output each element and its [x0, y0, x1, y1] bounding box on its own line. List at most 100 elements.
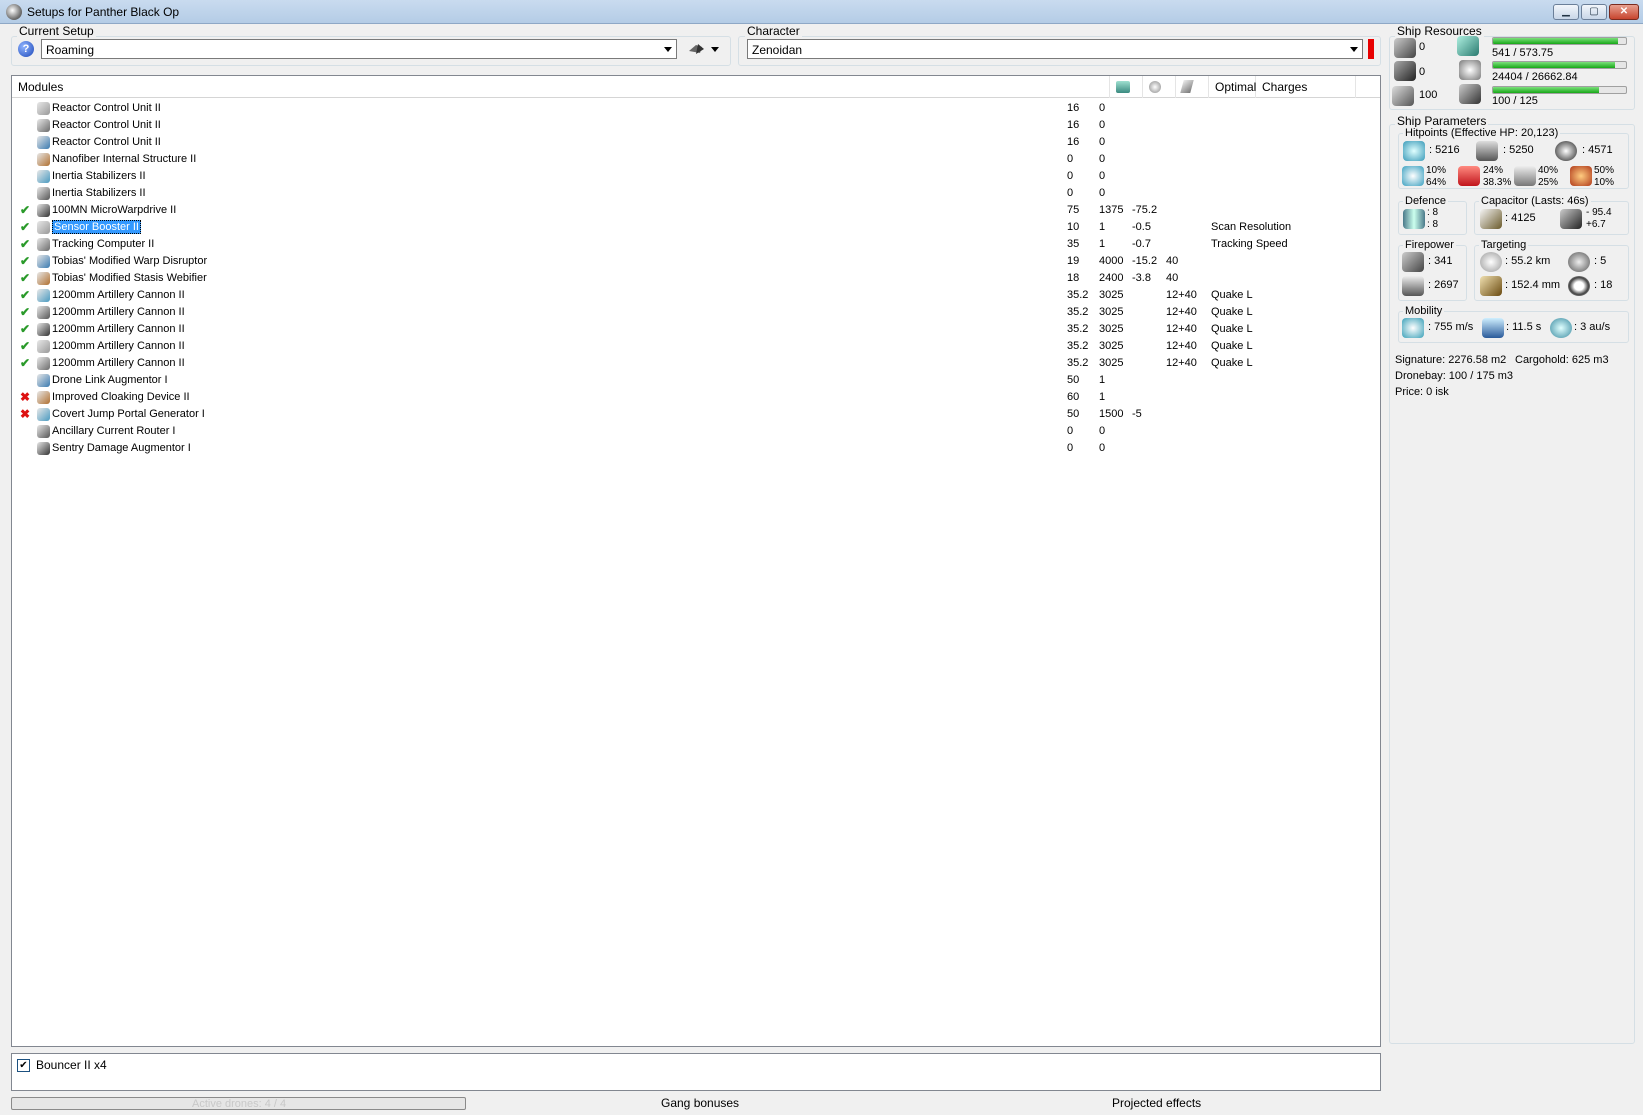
module-row[interactable]: Reactor Control Unit II 16 0 [12, 117, 1380, 134]
column-cpu[interactable] [1110, 76, 1143, 98]
module-row[interactable]: ✔ Tobias' Modified Warp Disruptor 19 4000 -1… [12, 253, 1380, 270]
module-optimal-text: 40 [1166, 272, 1179, 284]
module-powergrid: 0 [1099, 151, 1105, 168]
module-row[interactable]: ✔ 1200mm Artillery Cannon II 35.2 3025 12+40… [12, 355, 1380, 372]
offline-x-icon[interactable]: ✖ [20, 389, 30, 406]
module-row[interactable]: Sentry Damage Augmentor I 0 0 [12, 440, 1380, 457]
module-name-text: Inertia Stabilizers II [52, 187, 146, 199]
column-modules[interactable]: Modules [12, 76, 1110, 98]
column-charges[interactable]: Charges [1256, 76, 1356, 98]
minimize-button[interactable]: ▁ [1553, 4, 1579, 20]
module-name: Tobias' Modified Warp Disruptor [52, 253, 207, 270]
column-capacitor[interactable] [1176, 76, 1209, 98]
warp-speed: : 3 au/s [1574, 321, 1611, 333]
module-row[interactable]: Reactor Control Unit II 16 0 [12, 134, 1380, 151]
module-optimal: 40 [1166, 270, 1178, 287]
module-name: Reactor Control Unit II [52, 100, 161, 117]
active-check-icon[interactable]: ✔ [20, 355, 30, 372]
setup-label: Current Setup [17, 24, 96, 38]
module-capacitor-text: -3.8 [1132, 272, 1151, 284]
module-row[interactable]: ✖ Covert Jump Portal Generator I 50 1500 -5 [12, 406, 1380, 423]
setup-menu-button[interactable] [688, 41, 720, 57]
module-cpu: 35.2 [1067, 355, 1088, 372]
module-row[interactable]: ✔ Tobias' Modified Stasis Webifier 18 2400-… [12, 270, 1380, 287]
active-check-icon[interactable]: ✔ [20, 219, 30, 236]
drone-checkbox[interactable]: ✔ [17, 1059, 30, 1072]
active-check-icon[interactable]: ✔ [20, 304, 30, 321]
column-powergrid[interactable] [1143, 76, 1176, 98]
module-powergrid-text: 1 [1099, 391, 1106, 403]
module-name-text: Reactor Control Unit II [52, 136, 161, 148]
module-row[interactable]: Reactor Control Unit II 16 0 [12, 100, 1380, 117]
drone-item[interactable]: Bouncer II x4 [36, 1058, 107, 1072]
module-capacitor-text: -15.2 [1132, 255, 1158, 267]
active-drones-bar: Active drones: 4 / 4 [11, 1097, 466, 1110]
module-capacitor-text: -5 [1132, 408, 1142, 420]
module-name-text: Tobias' Modified Warp Disruptor [52, 255, 208, 267]
active-check-icon[interactable]: ✔ [20, 287, 30, 304]
drones-list[interactable]: ✔ Bouncer II x4 [11, 1053, 1381, 1091]
module-powergrid: 4000 [1099, 253, 1123, 270]
module-cpu: 18 [1067, 270, 1079, 287]
module-cpu-text: 0 [1067, 442, 1074, 454]
module-icon [37, 289, 50, 302]
module-row[interactable]: ✔ 1200mm Artillery Cannon II 35.2 3025 12+40… [12, 338, 1380, 355]
module-cpu-text: 0 [1067, 153, 1074, 165]
module-name-text: Inertia Stabilizers II [52, 170, 146, 182]
maximize-button[interactable]: ▢ [1581, 4, 1607, 20]
module-name-text: Reactor Control Unit II [52, 102, 161, 114]
module-icon [37, 442, 50, 455]
module-row[interactable]: ✖ Improved Cloaking Device II 60 1 [12, 389, 1380, 406]
active-check-icon[interactable]: ✔ [20, 338, 30, 355]
capacitor-icon [1480, 209, 1502, 229]
shield-icon [1403, 141, 1425, 161]
kinetic-resist-shield: 40% [1538, 165, 1559, 176]
help-icon[interactable]: ? [18, 41, 34, 57]
module-row[interactable]: ✔ Sensor Booster II 10 1 -0.5 Scan Resolution [12, 219, 1380, 236]
module-charges: Quake L [1211, 287, 1253, 304]
projected-effects-tab[interactable]: Projected effects [1112, 1096, 1201, 1110]
capacitor-recharge: +6.7 [1586, 219, 1606, 230]
module-row[interactable]: ✔ 1200mm Artillery Cannon II 35.2 3025 12+40… [12, 321, 1380, 338]
module-icon [37, 391, 50, 404]
modules-list[interactable]: Modules Optimal Charges Reactor Control … [11, 75, 1381, 1047]
gang-bonuses-tab[interactable]: Gang bonuses [661, 1096, 739, 1110]
module-row[interactable]: Drone Link Augmentor I 50 1 [12, 372, 1380, 389]
module-powergrid: 0 [1099, 423, 1105, 440]
column-optimal[interactable]: Optimal [1209, 76, 1256, 98]
module-name-text: 1200mm Artillery Cannon II [52, 357, 185, 369]
dronebay: Dronebay: 100 / 175 m3 [1395, 370, 1514, 382]
module-powergrid: 0 [1099, 100, 1105, 117]
module-cpu: 19 [1067, 253, 1079, 270]
drone-bandwidth-icon [1459, 84, 1481, 104]
module-row[interactable]: Inertia Stabilizers II 0 0 [12, 185, 1380, 202]
chevron-down-icon [664, 47, 672, 52]
module-row[interactable]: Ancillary Current Router I 0 0 [12, 423, 1380, 440]
module-cpu: 50 [1067, 372, 1079, 389]
signature-radius: Signature: 2276.58 m2 [1395, 354, 1507, 366]
module-name-text: Sensor Booster II [52, 220, 141, 234]
module-cpu: 35 [1067, 236, 1079, 253]
module-row[interactable]: ✔ 100MN MicroWarpdrive II 75 1375 -75.2 [12, 202, 1380, 219]
character-dropdown[interactable]: Zenoidan [747, 39, 1363, 59]
active-check-icon[interactable]: ✔ [20, 236, 30, 253]
module-row[interactable]: ✔ 1200mm Artillery Cannon II 35.2 3025 12+40… [12, 304, 1380, 321]
active-check-icon[interactable]: ✔ [20, 202, 30, 219]
setup-dropdown[interactable]: Roaming [41, 39, 677, 59]
active-check-icon[interactable]: ✔ [20, 253, 30, 270]
module-cpu-text: 16 [1067, 102, 1080, 114]
module-row[interactable]: Nanofiber Internal Structure II 0 0 [12, 151, 1380, 168]
active-check-icon[interactable]: ✔ [20, 321, 30, 338]
module-row[interactable]: ✔ 1200mm Artillery Cannon II 35.2 3025 12+40… [12, 287, 1380, 304]
offline-x-icon[interactable]: ✖ [20, 406, 30, 423]
module-icon [37, 187, 50, 200]
module-powergrid-text: 4000 [1099, 255, 1124, 267]
max-targets: : 5 [1594, 255, 1607, 267]
module-row[interactable]: Inertia Stabilizers II 0 0 [12, 168, 1380, 185]
module-row[interactable]: ✔ Tracking Computer II 35 1 -0.7 Tracking Spe… [12, 236, 1380, 253]
active-check-icon[interactable]: ✔ [20, 270, 30, 287]
module-name: Tracking Computer II [52, 236, 154, 253]
kinetic-resist-armor: 25% [1538, 177, 1559, 188]
module-cpu: 35.2 [1067, 338, 1088, 355]
close-button[interactable]: ✕ [1609, 4, 1639, 20]
